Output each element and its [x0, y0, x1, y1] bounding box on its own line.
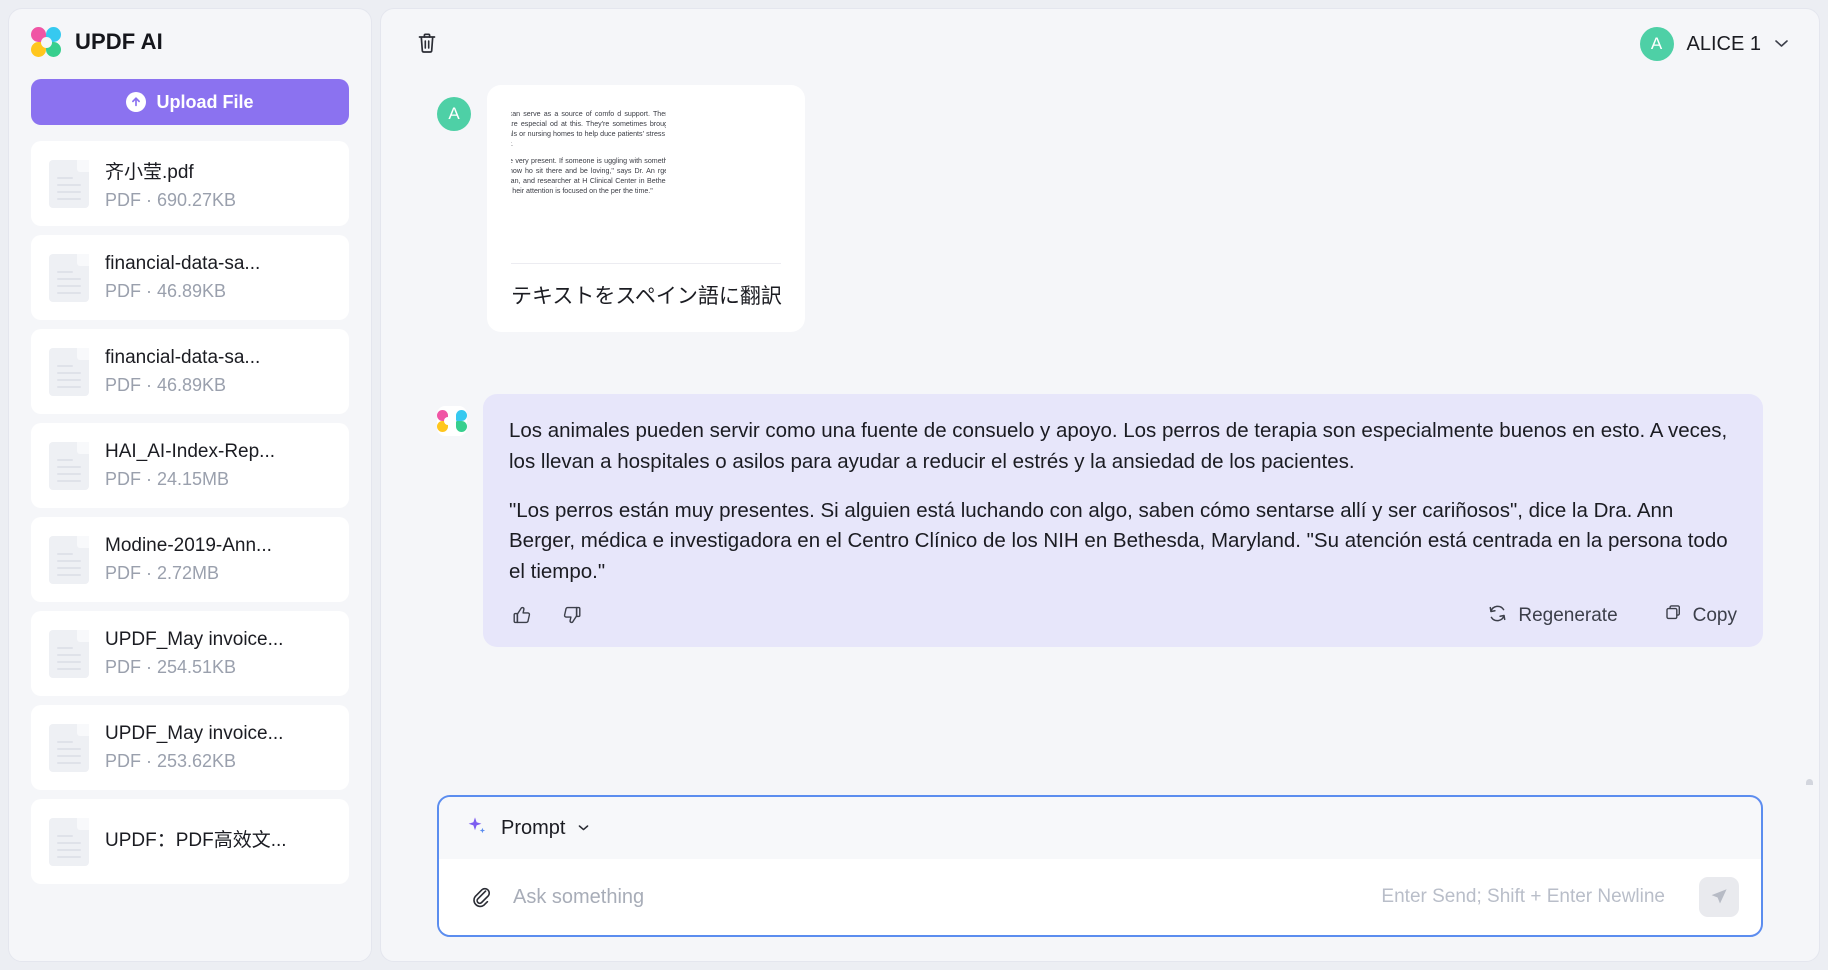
file-meta: PDF · 690.27KB [105, 189, 237, 210]
user-name: ALICE 1 [1686, 32, 1761, 55]
file-name: financial-data-sa... [105, 347, 261, 368]
pdf-document-icon [49, 159, 89, 208]
copy-button[interactable]: Copy [1662, 603, 1737, 630]
prompt-label: Prompt [501, 816, 566, 839]
file-meta: PDF · 46.89KB [105, 375, 227, 395]
pdf-document-icon [49, 347, 89, 396]
user-message-caption: テキストをスペイン語に翻訳 [511, 285, 782, 308]
chat-scrollbar[interactable] [1806, 779, 1813, 785]
thumbs-up-icon [511, 604, 533, 629]
refresh-icon [1487, 603, 1508, 630]
file-meta: PDF · 2.72MB [105, 563, 220, 583]
list-item[interactable]: 齐小莹.pdf PDF · 690.27KB [31, 141, 349, 226]
search-input[interactable] [513, 885, 1364, 909]
file-name: Modine-2019-Ann... [105, 535, 272, 556]
thumbnail-paragraph: ogs are very present. If someone is uggl… [511, 157, 666, 196]
card-divider [511, 263, 781, 264]
pdf-document-icon [49, 723, 89, 772]
thumbnail-paragraph: imals can serve as a source of comfo d s… [511, 110, 666, 148]
chevron-down-icon [1774, 35, 1789, 53]
main-header: A ALICE 1 [381, 9, 1819, 79]
pdf-document-icon [49, 817, 89, 866]
assistant-bubble: Los animales pueden servir como una fuen… [483, 394, 1763, 647]
composer-wrap: Prompt Ask something Enter Send; Shift +… [381, 785, 1819, 961]
composer-toolbar: Prompt [439, 797, 1761, 859]
chat-area: A imals can serve as a source of comfo d… [381, 79, 1819, 785]
user-menu[interactable]: A ALICE 1 [1639, 27, 1789, 61]
file-meta: PDF · 253.62KB [105, 751, 237, 771]
thumbnail-text: imals can serve as a source of comfo d s… [511, 109, 666, 204]
thumbs-down-icon [561, 604, 583, 629]
regenerate-label: Regenerate [1518, 605, 1618, 627]
list-item[interactable]: Modine-2019-Ann... PDF · 2.72MB [31, 517, 349, 602]
updf-clover-logo-icon [437, 410, 467, 432]
file-name: 齐小莹.pdf [105, 161, 194, 183]
upload-file-button[interactable]: Upload File [31, 79, 349, 125]
list-item[interactable]: UPDF_May invoice... PDF · 253.62KB [31, 705, 349, 790]
send-button[interactable] [1699, 877, 1739, 917]
avatar: A [437, 97, 471, 131]
message-actions: Regenerate Copy [509, 598, 1737, 631]
assistant-message: Los animales pueden servir como una fuen… [437, 384, 1763, 647]
file-meta: PDF · 24.15MB [105, 469, 230, 489]
list-item[interactable]: UPDF：PDF高效文... [31, 799, 349, 884]
pdf-document-icon [49, 441, 89, 490]
file-name: HAI_AI-Index-Rep... [105, 441, 276, 462]
sidebar-header: UPDF AI [9, 9, 371, 75]
sidebar: UPDF AI Upload File 齐小莹.pdf PDF · 690.27… [8, 8, 372, 962]
user-message-card[interactable]: imals can serve as a source of comfo d s… [487, 85, 805, 332]
pdf-document-icon [49, 629, 89, 678]
send-plane-icon [1708, 885, 1730, 910]
sparkle-icon [465, 814, 489, 843]
composer-input-row: Enter Send; Shift + Enter Newline [439, 859, 1761, 935]
pdf-document-icon [49, 253, 89, 302]
upload-section: Upload File [9, 75, 371, 141]
attach-file-button[interactable] [465, 882, 495, 912]
thumbs-up-button[interactable] [509, 602, 535, 631]
user-message: A imals can serve as a source of comfo d… [437, 79, 1763, 332]
chat-scroll[interactable]: A imals can serve as a source of comfo d… [437, 79, 1763, 785]
main-panel: A ALICE 1 A imals can serve as [380, 8, 1820, 962]
pdf-document-icon [49, 535, 89, 584]
app-title: UPDF AI [75, 29, 163, 54]
list-item[interactable]: financial-data-sa... PDF · 46.89KB [31, 235, 349, 320]
list-item[interactable]: HAI_AI-Index-Rep... PDF · 24.15MB [31, 423, 349, 508]
file-name: financial-data-sa... [105, 253, 261, 274]
list-item[interactable]: financial-data-sa... PDF · 46.89KB [31, 329, 349, 414]
avatar: A [1639, 27, 1674, 61]
copy-icon [1662, 603, 1683, 630]
keyboard-hint: Enter Send; Shift + Enter Newline [1381, 886, 1665, 907]
app-root: UPDF AI Upload File 齐小莹.pdf PDF · 690.27… [0, 0, 1828, 970]
file-name: UPDF_May invoice... [105, 629, 284, 650]
thumbs-down-button[interactable] [559, 602, 585, 631]
file-list[interactable]: 齐小莹.pdf PDF · 690.27KB financial-data-sa… [9, 141, 371, 961]
caret-down-icon[interactable] [577, 819, 590, 837]
paperclip-icon [468, 883, 493, 911]
trash-icon [416, 31, 438, 58]
upload-file-label: Upload File [156, 91, 254, 112]
document-thumbnail[interactable]: imals can serve as a source of comfo d s… [511, 101, 666, 251]
updf-clover-logo-icon [31, 27, 61, 57]
prompt-composer: Prompt Ask something Enter Send; Shift +… [437, 795, 1763, 937]
copy-label: Copy [1692, 605, 1737, 627]
file-meta: PDF · 254.51KB [105, 657, 237, 677]
list-item[interactable]: UPDF_May invoice... PDF · 254.51KB [31, 611, 349, 696]
upload-arrow-icon [126, 92, 147, 112]
file-meta: PDF · 46.89KB [105, 281, 227, 301]
assistant-paragraph: "Los perros están muy presentes. Si algu… [509, 498, 1728, 584]
assistant-avatar [437, 406, 467, 436]
file-name: UPDF_May invoice... [105, 723, 284, 744]
delete-conversation-button[interactable] [409, 26, 445, 62]
assistant-paragraph: Los animales pueden servir como una fuen… [509, 419, 1728, 473]
file-name: UPDF：PDF高效文... [105, 830, 287, 851]
regenerate-button[interactable]: Regenerate [1487, 603, 1618, 630]
